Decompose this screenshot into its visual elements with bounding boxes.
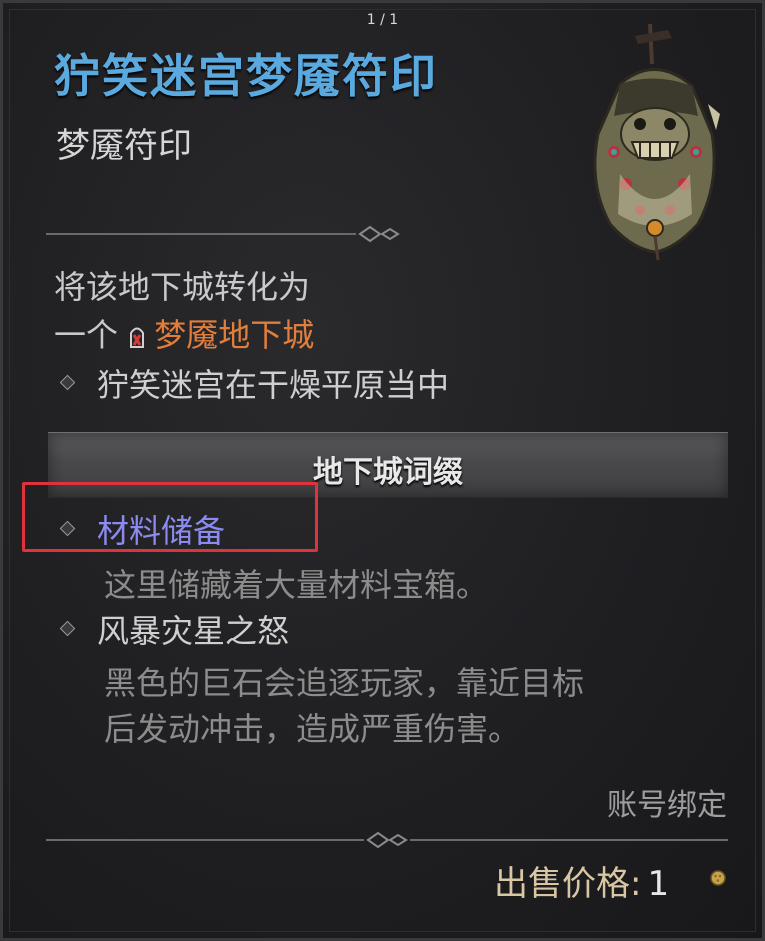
gold-coin-icon [710, 870, 726, 886]
nightmare-dungeon-icon [130, 327, 145, 348]
description-prefix: 一个 [54, 316, 119, 354]
sell-price: 出售价格: 1 [494, 856, 669, 905]
footer-divider [46, 831, 728, 849]
account-bound-label: 账号绑定 [607, 788, 727, 823]
highlight-annotation-box [22, 482, 318, 552]
location-row: 狞笑迷宫在干燥平原当中 [59, 360, 450, 406]
item-title: 狞笑迷宫梦魇符印 [54, 49, 438, 103]
affix-description-2-line-2: 后发动冲击，造成严重伤害。 [104, 710, 521, 748]
sell-price-value: 1 [647, 864, 670, 904]
affix-name-2: 风暴灾星之怒 [97, 612, 290, 650]
bullet-diamond-icon [59, 620, 76, 637]
dungeon-name: 梦魇地下城 [154, 316, 315, 354]
affix-row-2: 风暴灾星之怒 [59, 606, 290, 652]
sell-price-label: 出售价格: [494, 864, 642, 904]
location-text: 狞笑迷宫在干燥平原当中 [97, 366, 450, 404]
description-line-1: 将该地下城转化为 [54, 268, 311, 306]
affix-description-1: 这里储藏着大量材料宝箱。 [104, 566, 489, 604]
description-line-2: 一个 梦魇地下城 [54, 310, 314, 356]
affix-description-2-line-1: 黑色的巨石会追逐玩家，靠近目标 [104, 664, 585, 702]
title-divider [46, 225, 400, 243]
nightmare-sigil-art-icon [593, 24, 720, 261]
item-type: 梦魇符印 [56, 126, 192, 166]
bullet-diamond-icon [59, 374, 76, 391]
